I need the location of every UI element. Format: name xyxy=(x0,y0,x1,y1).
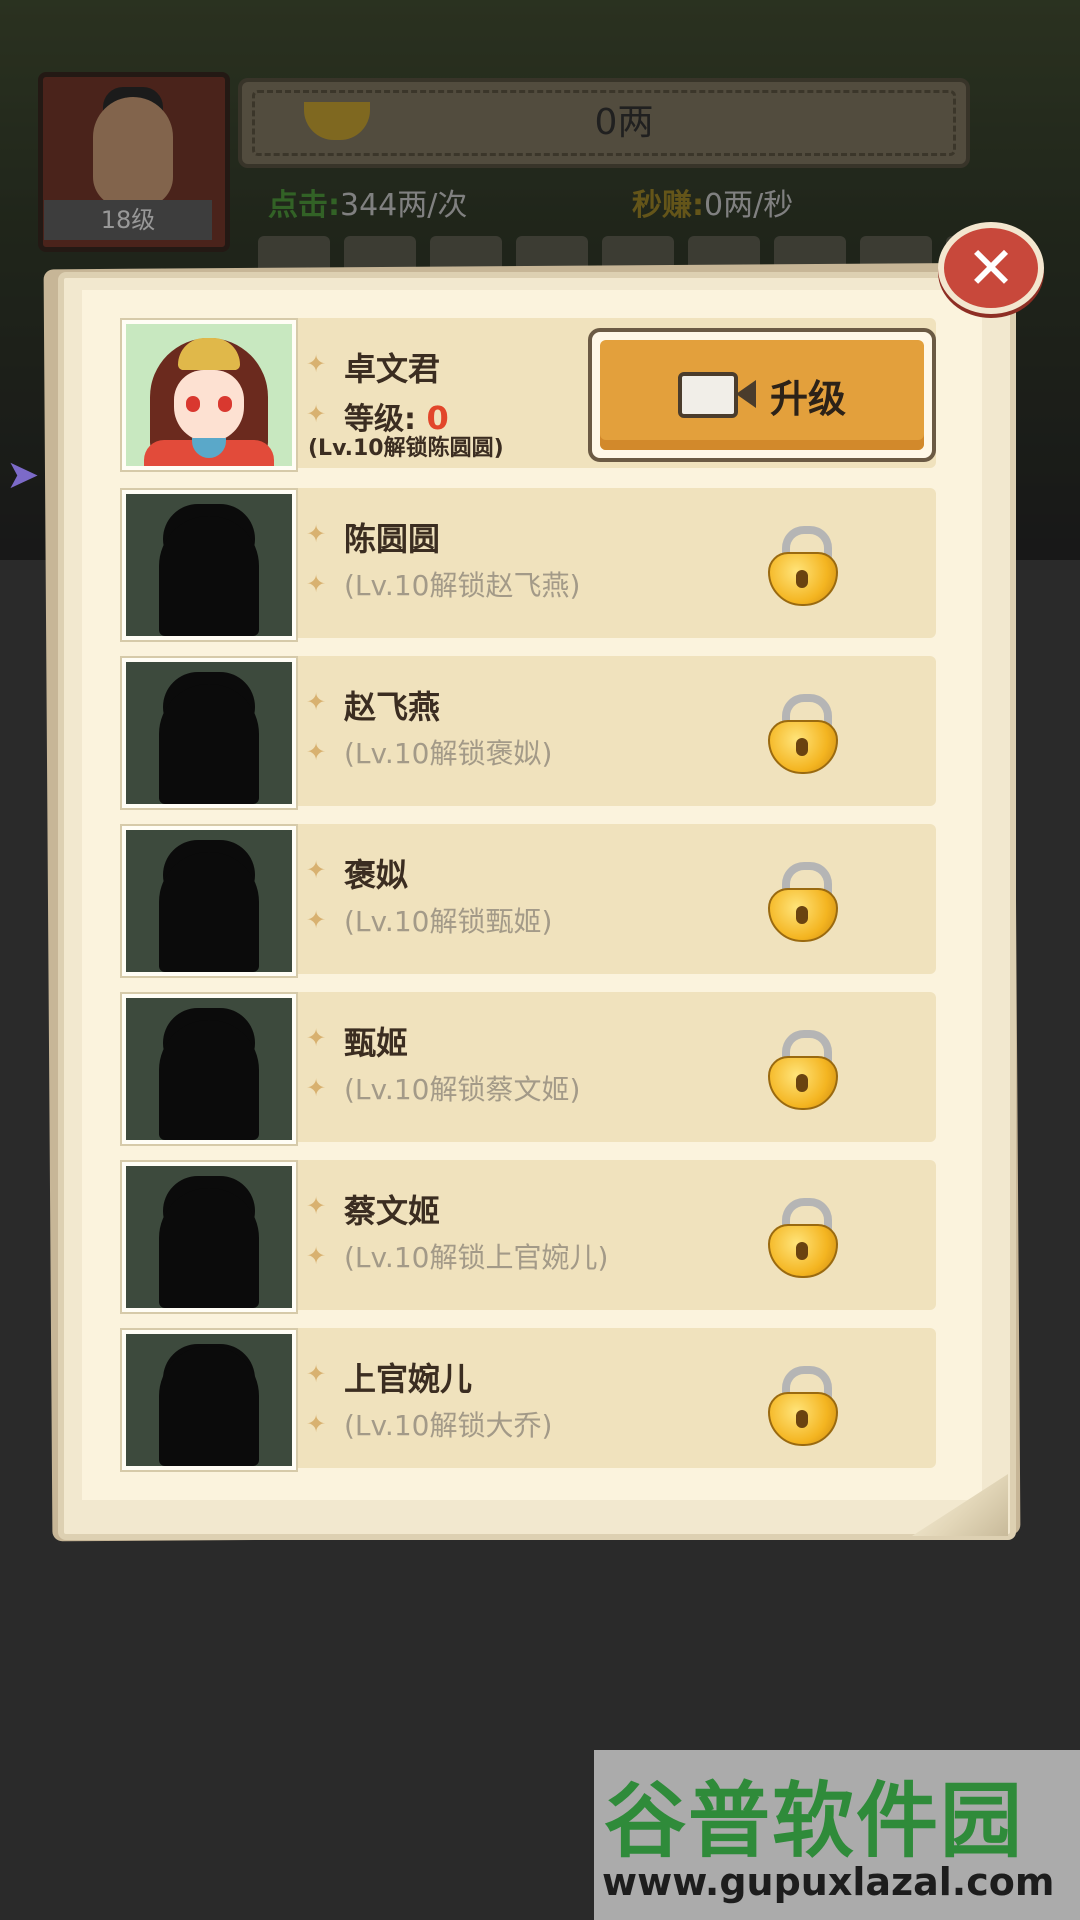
click-income-label: 点击: xyxy=(268,188,340,223)
silhouette-portrait xyxy=(122,826,296,976)
silhouette-body xyxy=(159,1020,259,1140)
watermark-logo: 谷普软件园 xyxy=(604,1774,1025,1869)
star-bullet-icon: ✦ xyxy=(306,350,327,378)
beauty-name: 甄姬 xyxy=(344,1024,409,1062)
star-bullet-icon: ✦ xyxy=(306,1192,327,1220)
eye-shape xyxy=(186,396,200,412)
upgrade-button-face xyxy=(600,340,924,450)
locked-beauty-row[interactable]: ✦ 陈圆圆 ✦ (Lv.10解锁赵飞燕) xyxy=(120,488,936,640)
silhouette-body xyxy=(159,1188,259,1308)
star-bullet-icon: ✦ xyxy=(306,570,327,598)
face-icon xyxy=(93,97,173,207)
upgrade-button[interactable]: 升级 xyxy=(588,328,936,462)
unlock-hint: (Lv.10解锁上官婉儿) xyxy=(344,1241,609,1274)
unlock-hint: (Lv.10解锁甄姬) xyxy=(344,905,553,938)
lock-icon xyxy=(768,1198,840,1278)
click-income: 点击:344两/次 xyxy=(268,180,467,224)
beauty-name: 陈圆圆 xyxy=(344,520,441,558)
money-bar: 0两 xyxy=(238,78,970,168)
star-bullet-icon: ✦ xyxy=(306,906,327,934)
star-bullet-icon: ✦ xyxy=(306,1410,327,1438)
star-bullet-icon: ✦ xyxy=(306,520,327,548)
beauty-name: 上官婉儿 xyxy=(344,1360,473,1398)
locked-beauty-row[interactable]: ✦ 甄姬 ✦ (Lv.10解锁蔡文姬) xyxy=(120,992,936,1144)
unlock-hint: (Lv.10解锁赵飞燕) xyxy=(344,569,581,602)
silhouette-portrait xyxy=(122,1330,296,1470)
video-icon xyxy=(678,372,756,418)
watermark-url: www.gupuxlazal.com xyxy=(602,1860,1055,1904)
star-bullet-icon: ✦ xyxy=(306,738,327,766)
locked-beauty-row[interactable]: ✦ 赵飞燕 ✦ (Lv.10解锁褒姒) xyxy=(120,656,936,808)
beauty-name: 蔡文姬 xyxy=(344,1192,441,1230)
lock-icon xyxy=(768,1030,840,1110)
locked-beauty-row[interactable]: ✦ 上官婉儿 ✦ (Lv.10解锁大乔) xyxy=(120,1328,936,1470)
silhouette-body xyxy=(159,516,259,636)
lock-icon xyxy=(768,862,840,942)
silhouette-body xyxy=(159,852,259,972)
star-bullet-icon: ✦ xyxy=(306,856,327,884)
silhouette-portrait xyxy=(122,658,296,808)
unlock-hint: (Lv.10解锁蔡文姬) xyxy=(344,1073,581,1106)
silhouette-portrait xyxy=(122,1162,296,1312)
unlock-hint: (Lv.10解锁陈圆圆) xyxy=(308,436,504,461)
money-value: 0两 xyxy=(594,102,654,143)
eye-shape xyxy=(218,396,232,412)
silhouette-body xyxy=(159,1346,259,1466)
star-bullet-icon: ✦ xyxy=(306,1360,327,1388)
second-income-label: 秒赚: xyxy=(632,188,704,223)
lock-icon xyxy=(768,694,840,774)
star-bullet-icon: ✦ xyxy=(306,400,327,428)
star-bullet-icon: ✦ xyxy=(306,688,327,716)
player-level: 18级 xyxy=(44,200,212,240)
locked-beauty-row[interactable]: ✦ 蔡文姬 ✦ (Lv.10解锁上官婉儿) xyxy=(120,1160,936,1312)
unlock-hint: (Lv.10解锁褒姒) xyxy=(344,737,553,770)
side-arrow-icon: ➤ xyxy=(6,452,40,498)
upgrade-label: 升级 xyxy=(770,377,847,421)
close-icon: ✕ xyxy=(966,234,1016,302)
second-income-value: 0两/秒 xyxy=(704,188,794,223)
silhouette-body xyxy=(159,684,259,804)
lock-icon xyxy=(768,526,840,606)
silhouette-portrait xyxy=(122,490,296,640)
lock-icon xyxy=(768,1366,840,1446)
silhouette-portrait xyxy=(122,994,296,1144)
locked-beauty-row[interactable]: ✦ 褒姒 ✦ (Lv.10解锁甄姬) xyxy=(120,824,936,976)
click-income-value: 344两/次 xyxy=(340,188,468,223)
beauty-portrait xyxy=(122,320,296,470)
beauty-name: 赵飞燕 xyxy=(344,688,441,726)
unlock-hint: (Lv.10解锁大乔) xyxy=(344,1409,553,1442)
face-shape xyxy=(174,370,244,442)
close-button[interactable]: ✕ xyxy=(938,222,1044,314)
star-bullet-icon: ✦ xyxy=(306,1074,327,1102)
watermark: 谷普软件园 www.gupuxlazal.com xyxy=(594,1750,1080,1920)
second-income: 秒赚:0两/秒 xyxy=(632,180,793,224)
beauty-name: 褒姒 xyxy=(344,856,409,894)
beauty-name: 卓文君 xyxy=(344,350,441,388)
star-bullet-icon: ✦ xyxy=(306,1242,327,1270)
star-bullet-icon: ✦ xyxy=(306,1024,327,1052)
